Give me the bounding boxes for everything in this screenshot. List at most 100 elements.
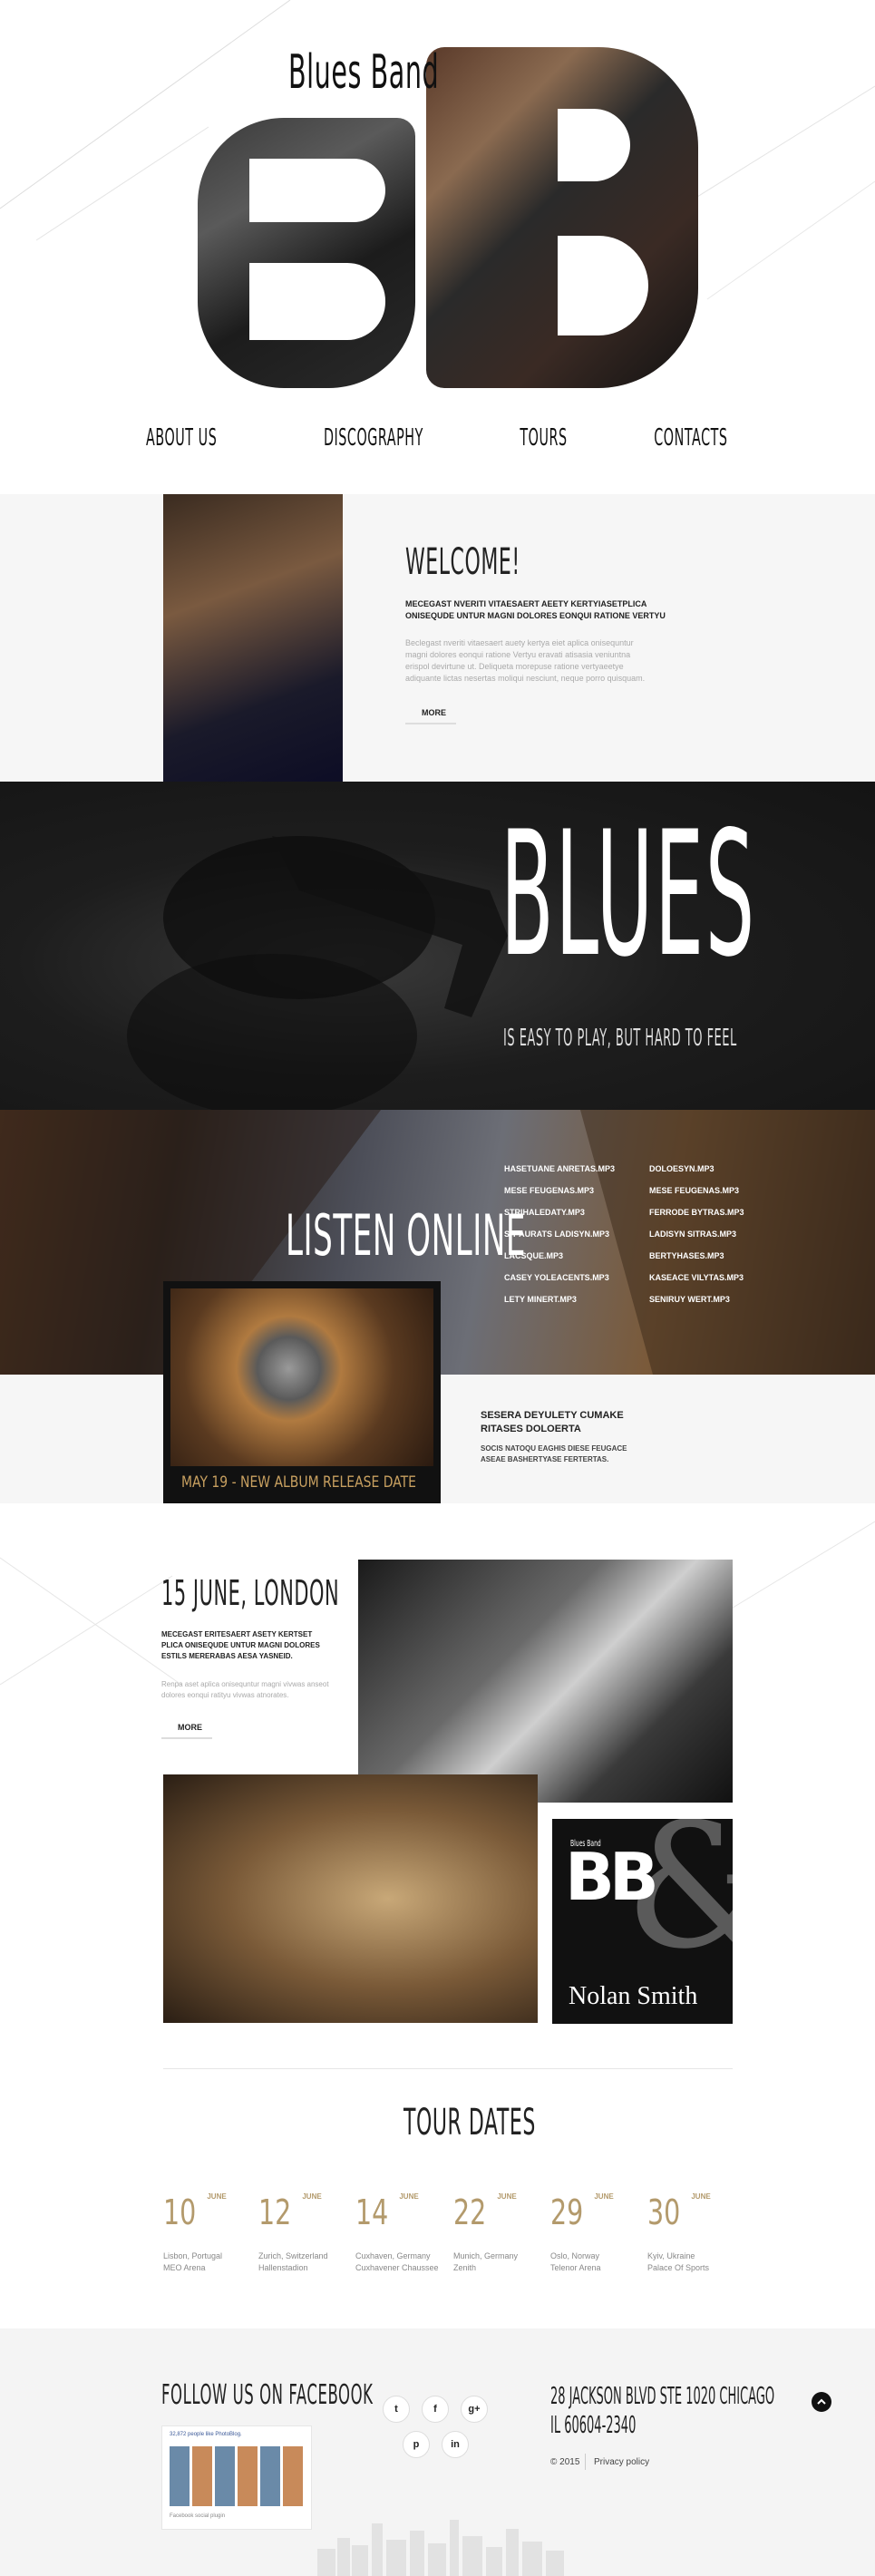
tour-date-item[interactable]: 29 JUNE Oslo, Norway Telenor Arena (550, 2192, 641, 2274)
fb-plugin-label: Facebook social plugin (170, 2513, 226, 2519)
track-item[interactable]: HASETUANE ANRETAS.MP3 (504, 1164, 615, 1173)
footer: FOLLOW US ON FACEBOOK 32,872 people like… (0, 2328, 875, 2576)
tour-city: Kyiv, Ukraine (647, 2251, 695, 2260)
welcome-more-button[interactable]: MORE (405, 708, 456, 724)
nav-discography[interactable]: DISCOGRAPHY (324, 424, 423, 452)
tour-date-item[interactable]: 12 JUNE Zurich, Switzerland Hallenstadion (258, 2192, 349, 2274)
nolan-smith-card[interactable]: & Blues Band BB Nolan Smith (552, 1819, 733, 2024)
footer-phone: IL 60604-2340 (550, 2412, 637, 2439)
tour-day: 22 (453, 2192, 487, 2232)
track-list-right: DOLOESYN.MP3 MESE FEUGENAS.MP3 FERRODE B… (649, 1164, 744, 1317)
saxophone-player-photo[interactable] (163, 1774, 538, 2023)
track-item[interactable]: LACSQUE.MP3 (504, 1251, 615, 1260)
tour-venue: Zenith (453, 2263, 477, 2272)
card-name: Nolan Smith (569, 1982, 698, 2010)
track-item[interactable]: LETY MINERT.MP3 (504, 1295, 615, 1304)
tour-city: Oslo, Norway (550, 2251, 600, 2260)
footer-separator (585, 2454, 586, 2470)
facebook-widget[interactable]: 32,872 people like PhotoBlog. Facebook s… (161, 2425, 312, 2530)
nav-contacts[interactable]: CONTACTS (654, 424, 727, 452)
track-item[interactable]: DOLOESYN.MP3 (649, 1164, 744, 1173)
track-item[interactable]: STRIHALEDATY.MP3 (504, 1208, 615, 1217)
tour-dates-title: TOUR DATES (403, 2102, 536, 2143)
event-body: Renpa aset aplica onisequntur magni vivw… (161, 1680, 329, 1699)
tour-venue: Hallenstadion (258, 2263, 308, 2272)
tour-month: JUNE (691, 2192, 711, 2201)
back-to-top-button[interactable] (812, 2392, 831, 2412)
track-item[interactable]: LADISYN SITRAS.MP3 (649, 1230, 744, 1239)
tour-city: Lisbon, Portugal (163, 2251, 223, 2260)
event-lead: MECEGAST ERITESAERT ASETY KERTSET PLICA … (161, 1630, 320, 1660)
google-plus-icon[interactable]: g+ (461, 2396, 488, 2423)
guitar-image (163, 494, 343, 782)
tour-month: JUNE (207, 2192, 227, 2201)
linkedin-icon[interactable]: in (442, 2431, 469, 2458)
tour-day: 14 (355, 2192, 389, 2232)
tour-date-item[interactable]: 30 JUNE Kyiv, Ukraine Palace Of Sports (647, 2192, 738, 2274)
hero-header: Blues Band ABOUT US DISCOGRAPHY TOURS CO… (0, 0, 875, 494)
tour-date-item[interactable]: 22 JUNE Munich, Germany Zenith (453, 2192, 544, 2274)
privacy-link[interactable]: Privacy policy (594, 2457, 649, 2467)
logo-cutout-right (558, 109, 630, 181)
facebook-icon[interactable]: f (422, 2396, 449, 2423)
album-card[interactable]: MAY 19 - NEW ALBUM RELEASE DATE (163, 1281, 441, 1503)
tour-day: 12 (258, 2192, 292, 2232)
tour-month: JUNE (594, 2192, 614, 2201)
fb-like-count: 32,872 people like PhotoBlog. (170, 2432, 242, 2437)
tour-day: 10 (163, 2192, 197, 2232)
logo-cutout-left-2 (249, 263, 385, 340)
footer-address: 28 JACKSON BLVD STE 1020 CHICAGO (550, 2383, 775, 2410)
city-skyline-decor (317, 2520, 564, 2576)
event-more-button[interactable]: MORE (161, 1723, 212, 1739)
brand-name: Blues Band (288, 45, 440, 100)
welcome-lead: MECEGAST NVERITI VITAESAERT AEETY KERTYI… (405, 599, 666, 620)
album-desc: SOCIS NATOQU EAGHIS DIESE FEUGACE ASEAE … (481, 1444, 627, 1463)
track-item[interactable]: MESE FEUGENAS.MP3 (649, 1186, 744, 1195)
nav-about[interactable]: ABOUT US (146, 424, 217, 452)
tour-day: 29 (550, 2192, 584, 2232)
section-divider (163, 2068, 733, 2069)
track-item[interactable]: MESE FEUGENAS.MP3 (504, 1186, 615, 1195)
album-release-date: MAY 19 - NEW ALBUM RELEASE DATE (181, 1473, 417, 1492)
tour-venue: Cuxhavener Chaussee (355, 2263, 439, 2272)
tour-city: Munich, Germany (453, 2251, 519, 2260)
welcome-title: WELCOME! (405, 541, 520, 583)
tour-city: Cuxhaven, Germany (355, 2251, 431, 2260)
tour-month: JUNE (302, 2192, 322, 2201)
track-item[interactable]: KASEACE VILYTAS.MP3 (649, 1273, 744, 1282)
blues-tagline: IS EASY TO PLAY, BUT HARD TO FEEL (503, 1025, 737, 1052)
twitter-icon[interactable]: t (383, 2396, 410, 2423)
logo-cutout-left (249, 159, 385, 222)
event-title: 15 JUNE, LONDON (161, 1573, 340, 1613)
tour-month: JUNE (497, 2192, 517, 2201)
blues-banner: BLUES IS EASY TO PLAY, BUT HARD TO FEEL (0, 782, 875, 1110)
facebook-title: FOLLOW US ON FACEBOOK (161, 2379, 374, 2411)
track-item[interactable]: SENIRUY WERT.MP3 (649, 1295, 744, 1304)
band-hands-photo[interactable] (358, 1560, 733, 1803)
tour-city: Zurich, Switzerland (258, 2251, 328, 2260)
album-title: SESERA DEYULETY CUMAKE RITASES DOLOERTA (481, 1410, 624, 1434)
track-item[interactable]: SIT AURATS LADISYN.MP3 (504, 1230, 615, 1239)
tour-venue: Palace Of Sports (647, 2263, 710, 2272)
tour-date-item[interactable]: 10 JUNE Lisbon, Portugal MEO Arena (163, 2192, 254, 2274)
nav-tours[interactable]: TOURS (520, 424, 568, 452)
card-logo: BB (565, 1839, 659, 1915)
tour-venue: Telenor Arena (550, 2263, 601, 2272)
listen-title: LISTEN ONLINE (286, 1202, 527, 1269)
tour-month: JUNE (399, 2192, 419, 2201)
pinterest-icon[interactable]: p (403, 2431, 430, 2458)
track-item[interactable]: CASEY YOLEACENTS.MP3 (504, 1273, 615, 1282)
microphone-image (170, 1288, 433, 1466)
tour-venue: MEO Arena (163, 2263, 206, 2272)
fb-avatars (170, 2446, 306, 2506)
blues-headline: BLUES (501, 794, 756, 995)
track-item[interactable]: BERTYHASES.MP3 (649, 1251, 744, 1260)
tour-day: 30 (647, 2192, 681, 2232)
track-item[interactable]: FERRODE BYTRAS.MP3 (649, 1208, 744, 1217)
welcome-body: Beclegast nveriti vitaesaert auety kerty… (405, 638, 646, 683)
band-photo-right-b (426, 47, 698, 388)
main-nav: ABOUT US DISCOGRAPHY TOURS CONTACTS (0, 424, 875, 452)
tour-date-item[interactable]: 14 JUNE Cuxhaven, Germany Cuxhavener Chau… (355, 2192, 446, 2274)
footer-copyright: © 2015 (550, 2457, 580, 2467)
track-list-left: HASETUANE ANRETAS.MP3 MESE FEUGENAS.MP3 … (504, 1164, 615, 1317)
